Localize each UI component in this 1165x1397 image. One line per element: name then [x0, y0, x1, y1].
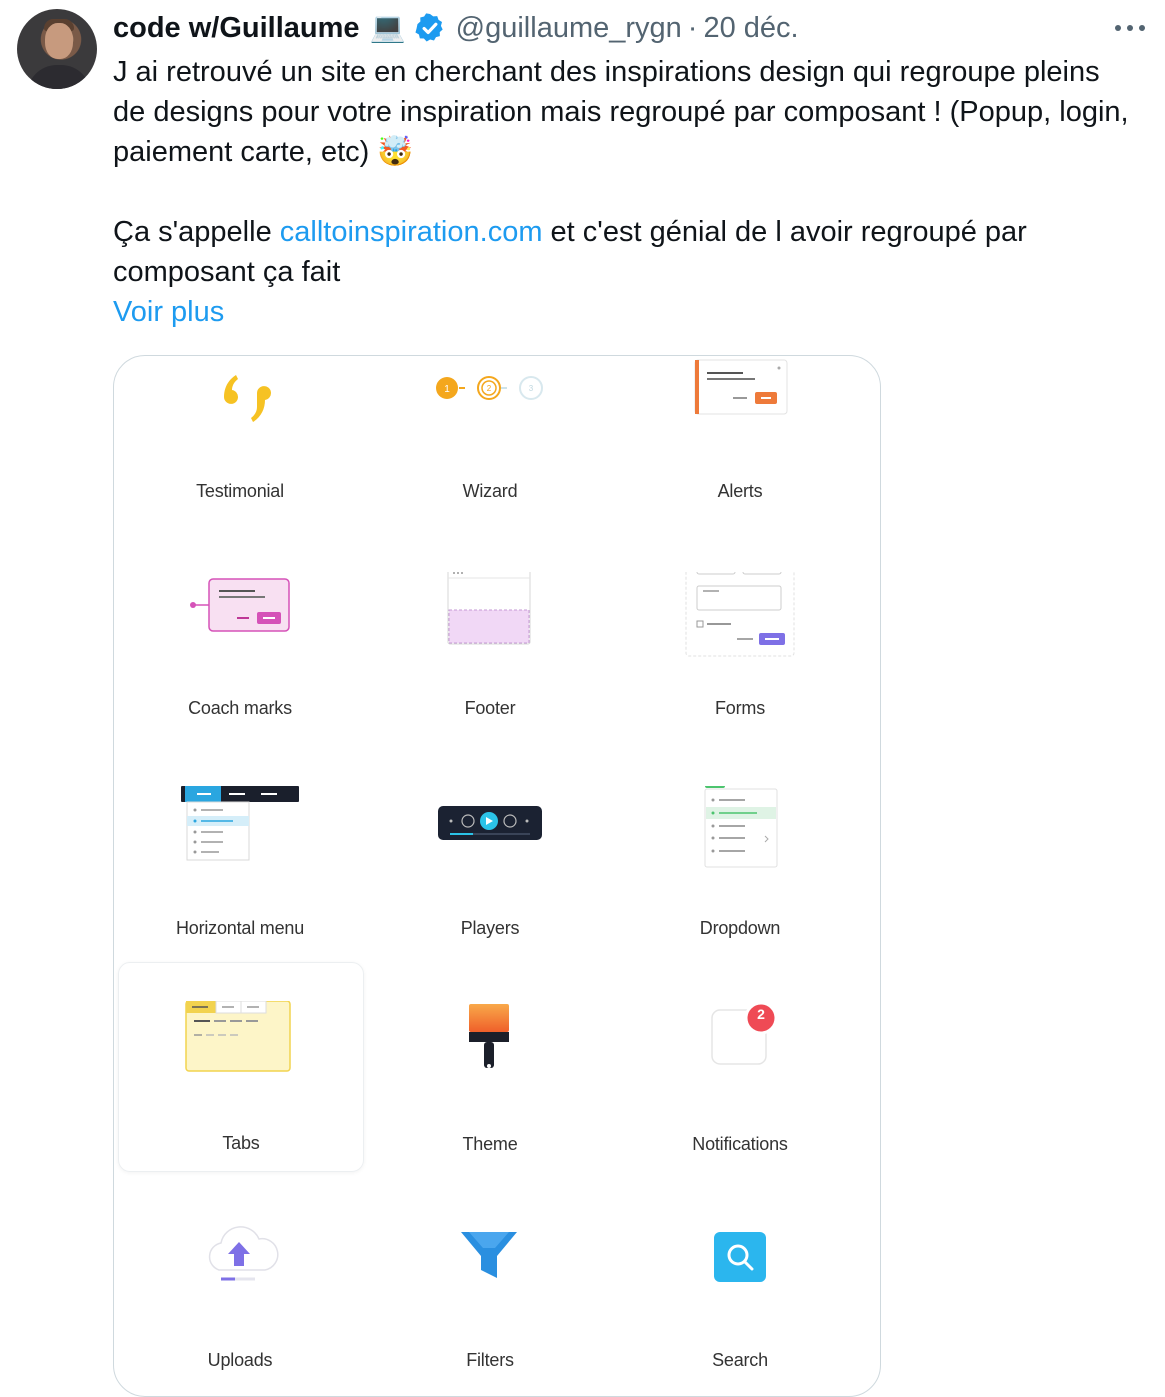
item-label: Uploads: [207, 1350, 273, 1370]
header-separator: ·: [687, 11, 698, 44]
gallery-item-theme[interactable]: Theme: [365, 996, 615, 1206]
author-handle[interactable]: @guillaume_rygn: [456, 12, 682, 45]
item-label: Notifications: [692, 1134, 788, 1154]
gallery-item-wizard[interactable]: 1 2 3 Wizard: [365, 356, 615, 566]
alert-card-icon: [694, 359, 788, 415]
coach-mark-icon: [190, 578, 290, 632]
wizard-step-3: 3: [529, 384, 534, 393]
gallery-item-uploads[interactable]: Uploads: [115, 1212, 365, 1396]
item-label: Theme: [462, 1134, 518, 1154]
gallery-item-forms[interactable]: Forms: [615, 572, 865, 782]
avatar-shirt: [27, 65, 91, 89]
tweet-date[interactable]: 20 déc.: [703, 12, 798, 45]
item-label: Footer: [464, 698, 516, 718]
wizard-steps-icon: 1 2 3: [436, 376, 543, 400]
tweet-header: code w/Guillaume 💻 @guillaume_rygn · 20 …: [113, 8, 799, 48]
author-avatar[interactable]: [17, 9, 97, 89]
gallery-item-coach-marks[interactable]: Coach marks: [115, 572, 365, 782]
item-label: Testimonial: [196, 481, 284, 501]
tabs-layout-icon: [185, 1001, 291, 1072]
attached-image-card[interactable]: Testimonial 1 2 3 Wizard Alerts Coach ma…: [113, 355, 881, 1397]
show-more-link[interactable]: Voir plus: [113, 292, 1133, 332]
gallery-item-notifications[interactable]: 2 Notifications: [615, 996, 865, 1206]
notification-badge-icon: [711, 1001, 778, 1065]
gallery-item-dropdown[interactable]: Dropdown: [615, 786, 865, 996]
wizard-step-1: 1: [444, 384, 450, 395]
more-dot: [1115, 25, 1121, 31]
tweet-text-p2-before: Ça s'appelle: [113, 216, 280, 248]
more-options-icon[interactable]: [1112, 16, 1148, 40]
tweet-paragraph-1: J ai retrouvé un site en cherchant des i…: [113, 52, 1133, 172]
horizontal-menu-icon: [181, 786, 299, 861]
paintbrush-icon: [469, 1004, 509, 1068]
item-label: Horizontal menu: [175, 918, 305, 938]
gallery-item-testimonial[interactable]: Testimonial: [115, 356, 365, 566]
tweet-paragraph-2: Ça s'appelle calltoinspiration.com et c'…: [113, 212, 1133, 292]
gallery-item-alerts[interactable]: Alerts: [615, 356, 865, 566]
item-label: Coach marks: [188, 698, 292, 718]
wizard-step-2: 2: [487, 384, 492, 393]
site-link[interactable]: calltoinspiration.com: [280, 216, 543, 248]
item-label: Alerts: [717, 481, 763, 501]
item-label: Filters: [466, 1350, 514, 1370]
avatar-face: [45, 23, 73, 59]
media-player-icon: [438, 806, 542, 840]
item-label: Players: [460, 918, 520, 938]
item-label: Forms: [715, 698, 765, 718]
footer-layout-icon: [447, 572, 531, 645]
more-dot: [1127, 25, 1133, 31]
item-label: Dropdown: [699, 918, 781, 938]
tweet-text: J ai retrouvé un site en cherchant des i…: [113, 52, 1133, 332]
laptop-emoji-icon: 💻: [369, 12, 406, 44]
verified-badge-icon[interactable]: [414, 12, 446, 44]
magnifier-search-icon: [714, 1232, 766, 1282]
notification-count: 2: [757, 1006, 765, 1022]
item-label: Tabs: [222, 1133, 260, 1153]
gallery-item-search[interactable]: Search: [615, 1212, 865, 1396]
gallery-item-filters[interactable]: Filters: [365, 1212, 615, 1396]
funnel-filter-icon: [461, 1232, 517, 1278]
item-label: Search: [712, 1350, 768, 1370]
gallery-item-tabs[interactable]: Tabs: [118, 962, 364, 1172]
more-dot: [1139, 25, 1145, 31]
form-layout-icon: [685, 572, 795, 657]
author-name[interactable]: code w/Guillaume: [113, 12, 360, 45]
gallery-item-players[interactable]: Players: [365, 786, 615, 996]
gallery-item-footer[interactable]: Footer: [365, 572, 615, 782]
tweet-text-line1: J ai retrouvé un site en cherchant des i…: [113, 56, 1129, 168]
item-label: Wizard: [462, 481, 518, 501]
dropdown-list-icon: [704, 786, 778, 868]
exploding-head-emoji-icon: 🤯: [377, 136, 414, 168]
cloud-upload-icon: [208, 1226, 279, 1281]
testimonial-quotes-icon: [224, 375, 271, 422]
